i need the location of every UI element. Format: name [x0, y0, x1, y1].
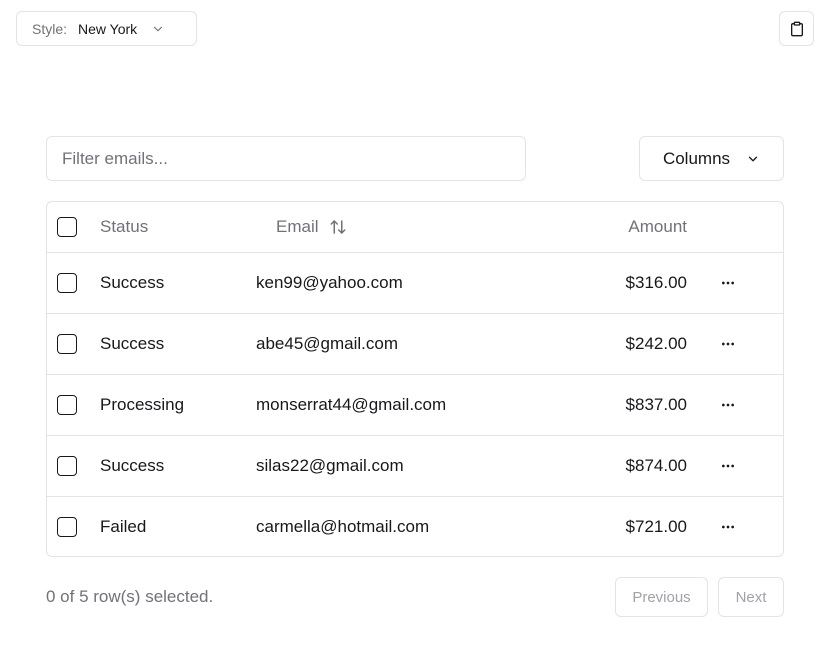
- amount-column-header: Amount: [628, 217, 687, 236]
- table-row: Success abe45@gmail.com $242.00: [47, 313, 783, 374]
- row-status: Success: [100, 273, 165, 292]
- columns-button-label: Columns: [662, 148, 731, 168]
- next-button[interactable]: Next: [718, 577, 784, 617]
- row-amount: $242.00: [625, 334, 687, 353]
- table-row: Failed carmella@hotmail.com $721.00: [47, 496, 783, 556]
- table-header-row: Status Email Amount: [47, 202, 783, 252]
- row-status: Failed: [100, 517, 147, 536]
- previous-button[interactable]: Previous: [615, 577, 708, 617]
- columns-button[interactable]: Columns: [639, 136, 784, 181]
- row-checkbox[interactable]: [57, 273, 77, 293]
- status-column-header: Status: [100, 217, 149, 236]
- row-checkbox[interactable]: [57, 456, 77, 476]
- email-sort-button[interactable]: Email: [276, 217, 347, 237]
- row-checkbox[interactable]: [57, 395, 77, 415]
- row-email: carmella@hotmail.com: [256, 517, 430, 536]
- row-status: Success: [100, 334, 165, 353]
- more-horizontal-icon[interactable]: [716, 454, 740, 478]
- table-row: Success silas22@gmail.com $874.00: [47, 435, 783, 496]
- row-amount: $721.00: [625, 517, 687, 536]
- row-email: ken99@yahoo.com: [256, 273, 403, 292]
- select-all-checkbox[interactable]: [57, 217, 77, 237]
- style-select-label: Style:: [32, 20, 68, 37]
- more-horizontal-icon[interactable]: [716, 393, 740, 417]
- selection-status: 0 of 5 row(s) selected.: [46, 587, 214, 606]
- chevron-down-icon: [746, 152, 760, 166]
- more-horizontal-icon[interactable]: [716, 515, 740, 539]
- style-select-value: New York: [78, 20, 138, 37]
- row-checkbox[interactable]: [57, 334, 77, 354]
- row-checkbox[interactable]: [57, 517, 77, 537]
- data-table: Status Email Amount Success ken99@yahoo.…: [46, 201, 784, 557]
- row-status: Processing: [100, 395, 185, 414]
- row-email: monserrat44@gmail.com: [256, 395, 447, 414]
- arrow-up-down-icon: [329, 218, 347, 236]
- chevron-down-icon: [151, 22, 165, 36]
- filter-emails-input[interactable]: [46, 136, 526, 181]
- row-amount: $316.00: [625, 273, 687, 292]
- more-horizontal-icon[interactable]: [716, 332, 740, 356]
- row-amount: $837.00: [625, 395, 687, 414]
- table-row: Processing monserrat44@gmail.com $837.00: [47, 374, 783, 435]
- clipboard-icon: [789, 21, 805, 37]
- row-status: Success: [100, 456, 165, 475]
- copy-button[interactable]: [779, 11, 814, 46]
- email-column-header: Email: [276, 217, 319, 236]
- row-email: abe45@gmail.com: [256, 334, 398, 353]
- row-email: silas22@gmail.com: [256, 456, 404, 475]
- more-horizontal-icon[interactable]: [716, 271, 740, 295]
- style-select[interactable]: Style: New York: [16, 11, 197, 46]
- row-amount: $874.00: [625, 456, 687, 475]
- table-row: Success ken99@yahoo.com $316.00: [47, 252, 783, 313]
